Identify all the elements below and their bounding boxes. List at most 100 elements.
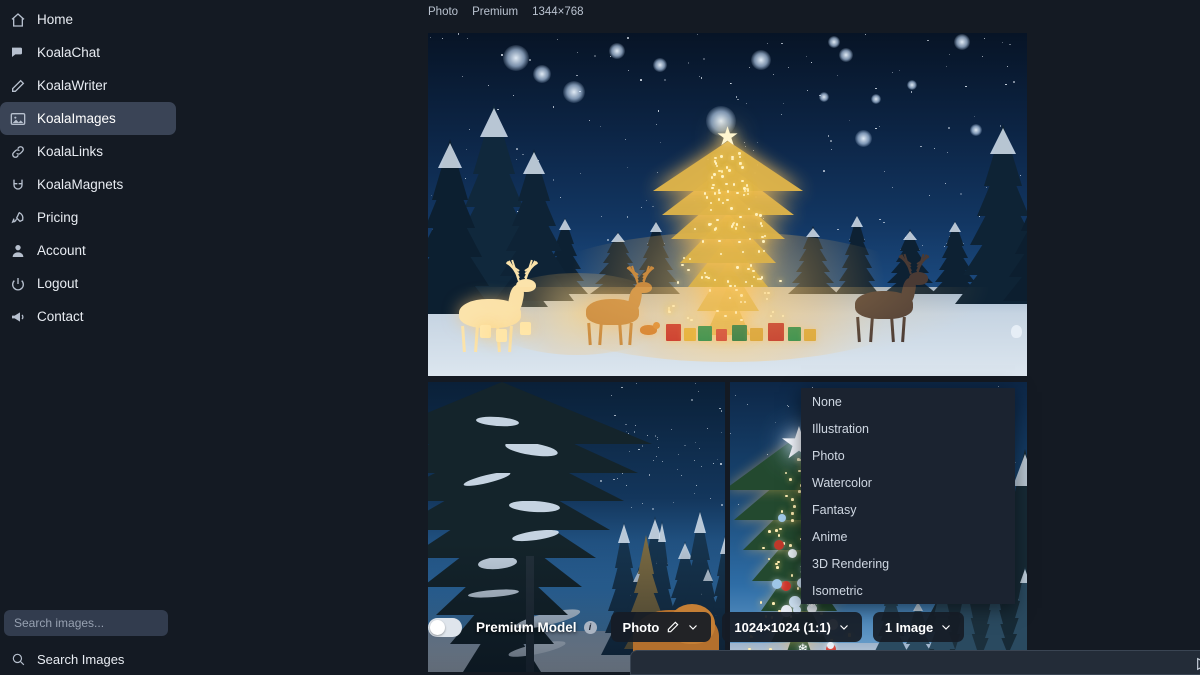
send-icon[interactable]: [1195, 656, 1200, 675]
generated-image-main[interactable]: ★: [428, 33, 1027, 376]
star: [948, 127, 950, 129]
star: [747, 404, 748, 405]
image-size-pill[interactable]: 1024×1024 (1:1): [722, 612, 862, 642]
star: [1013, 81, 1014, 82]
fairy-light: [677, 281, 679, 283]
chat-icon: [5, 43, 31, 63]
fairy-light: [775, 529, 778, 532]
fairy-light: [793, 505, 796, 508]
fairy-light: [745, 281, 747, 283]
fairy-light: [778, 534, 781, 537]
chevron-down-icon: [940, 621, 952, 633]
star: [892, 72, 893, 73]
sidebar-item-pricing[interactable]: Pricing: [0, 201, 176, 234]
dropdown-option-none[interactable]: None: [801, 388, 1015, 415]
dropdown-option-3d-rendering[interactable]: 3D Rendering: [801, 550, 1015, 577]
fairy-light: [727, 190, 729, 192]
meta-type: Photo: [428, 6, 458, 18]
star: [823, 170, 825, 172]
power-icon: [5, 274, 31, 294]
megaphone-icon: [5, 307, 31, 327]
bokeh-orb: [609, 43, 625, 59]
sidebar-item-koalawriter[interactable]: KoalaWriter: [0, 69, 176, 102]
bokeh-orb: [839, 48, 853, 62]
fairy-light: [758, 250, 760, 252]
star: [697, 34, 698, 35]
hero-scene: ★: [428, 33, 1027, 376]
koala-images-app: Home KoalaChat KoalaWriter KoalaImages Koala…: [0, 0, 1200, 675]
fairy-light: [752, 270, 754, 272]
prompt-input-bar[interactable]: [630, 650, 1200, 675]
fairy-light: [701, 276, 703, 278]
star: [658, 110, 659, 111]
fairy-light: [731, 225, 733, 227]
fairy-light: [775, 563, 778, 566]
sidebar-item-koalalinks[interactable]: KoalaLinks: [0, 135, 176, 168]
meta-tier: Premium: [472, 6, 518, 18]
fairy-light: [704, 272, 706, 274]
star: [627, 37, 629, 39]
star: [946, 66, 947, 67]
search-input[interactable]: [4, 610, 168, 636]
star: [703, 58, 704, 59]
fairy-light: [726, 166, 728, 168]
fairy-light: [791, 498, 794, 501]
home-icon: [5, 10, 31, 30]
fairy-light: [743, 226, 745, 228]
fairy-light: [718, 198, 720, 200]
style-select-label: Photo: [623, 620, 660, 635]
dropdown-option-isometric[interactable]: Isometric: [801, 577, 1015, 604]
premium-model-label: Premium Model: [476, 620, 577, 635]
image-count-label: 1 Image: [885, 620, 933, 635]
star: [920, 146, 921, 147]
bokeh-orb: [751, 50, 771, 70]
image-count-pill[interactable]: 1 Image: [873, 612, 964, 642]
fairy-light: [710, 209, 712, 211]
bokeh-orb: [828, 36, 840, 48]
sidebar-item-account[interactable]: Account: [0, 234, 176, 267]
fairy-light: [721, 170, 723, 172]
dropdown-option-anime[interactable]: Anime: [801, 523, 1015, 550]
dropdown-option-fantasy[interactable]: Fantasy: [801, 496, 1015, 523]
star: [965, 86, 966, 87]
sidebar-item-koalaimages[interactable]: KoalaImages: [0, 102, 176, 135]
style-select-pill[interactable]: Photo: [611, 612, 712, 642]
fairy-light: [694, 228, 696, 230]
magnet-icon: [5, 175, 31, 195]
pine-tree: [1003, 151, 1027, 301]
sidebar-item-label: Home: [37, 12, 73, 27]
sidebar-item-contact[interactable]: Contact: [0, 300, 176, 333]
info-icon[interactable]: i: [584, 621, 597, 634]
style-dropdown-menu[interactable]: None Illustration Photo Watercolor Fantasy An…: [801, 388, 1015, 604]
star: [656, 124, 657, 125]
star: [699, 76, 700, 77]
dropdown-option-watercolor[interactable]: Watercolor: [801, 469, 1015, 496]
fairy-light: [738, 152, 740, 154]
search-images-label: Search Images: [37, 652, 124, 667]
premium-model-toggle[interactable]: [428, 618, 462, 637]
fairy-light: [791, 512, 794, 515]
dropdown-option-photo[interactable]: Photo: [801, 442, 1015, 469]
dropdown-option-illustration[interactable]: Illustration: [801, 415, 1015, 442]
star: [884, 171, 885, 172]
sidebar-item-home[interactable]: Home: [0, 3, 176, 36]
fairy-light: [759, 214, 761, 216]
sidebar-item-search-images[interactable]: Search Images: [0, 646, 124, 672]
fairy-light: [753, 276, 755, 278]
fairy-light: [681, 264, 683, 266]
fairy-light: [721, 175, 723, 177]
sidebar-item-logout[interactable]: Logout: [0, 267, 176, 300]
sidebar-item-koalamagnets[interactable]: KoalaMagnets: [0, 168, 176, 201]
fairy-light: [747, 189, 749, 191]
rocket-icon: [5, 208, 31, 228]
image-metadata: Photo Premium 1344×768: [428, 6, 584, 18]
fairy-light: [716, 165, 718, 167]
star: [640, 79, 642, 81]
fairy-light: [715, 162, 717, 164]
sidebar-item-koalachat[interactable]: KoalaChat: [0, 36, 176, 69]
pencil-edit-icon: [666, 620, 680, 634]
sidebar-item-label: Contact: [37, 309, 84, 324]
bokeh-orb-large: [563, 81, 585, 103]
user-icon: [5, 241, 31, 261]
fairy-light: [733, 183, 735, 185]
